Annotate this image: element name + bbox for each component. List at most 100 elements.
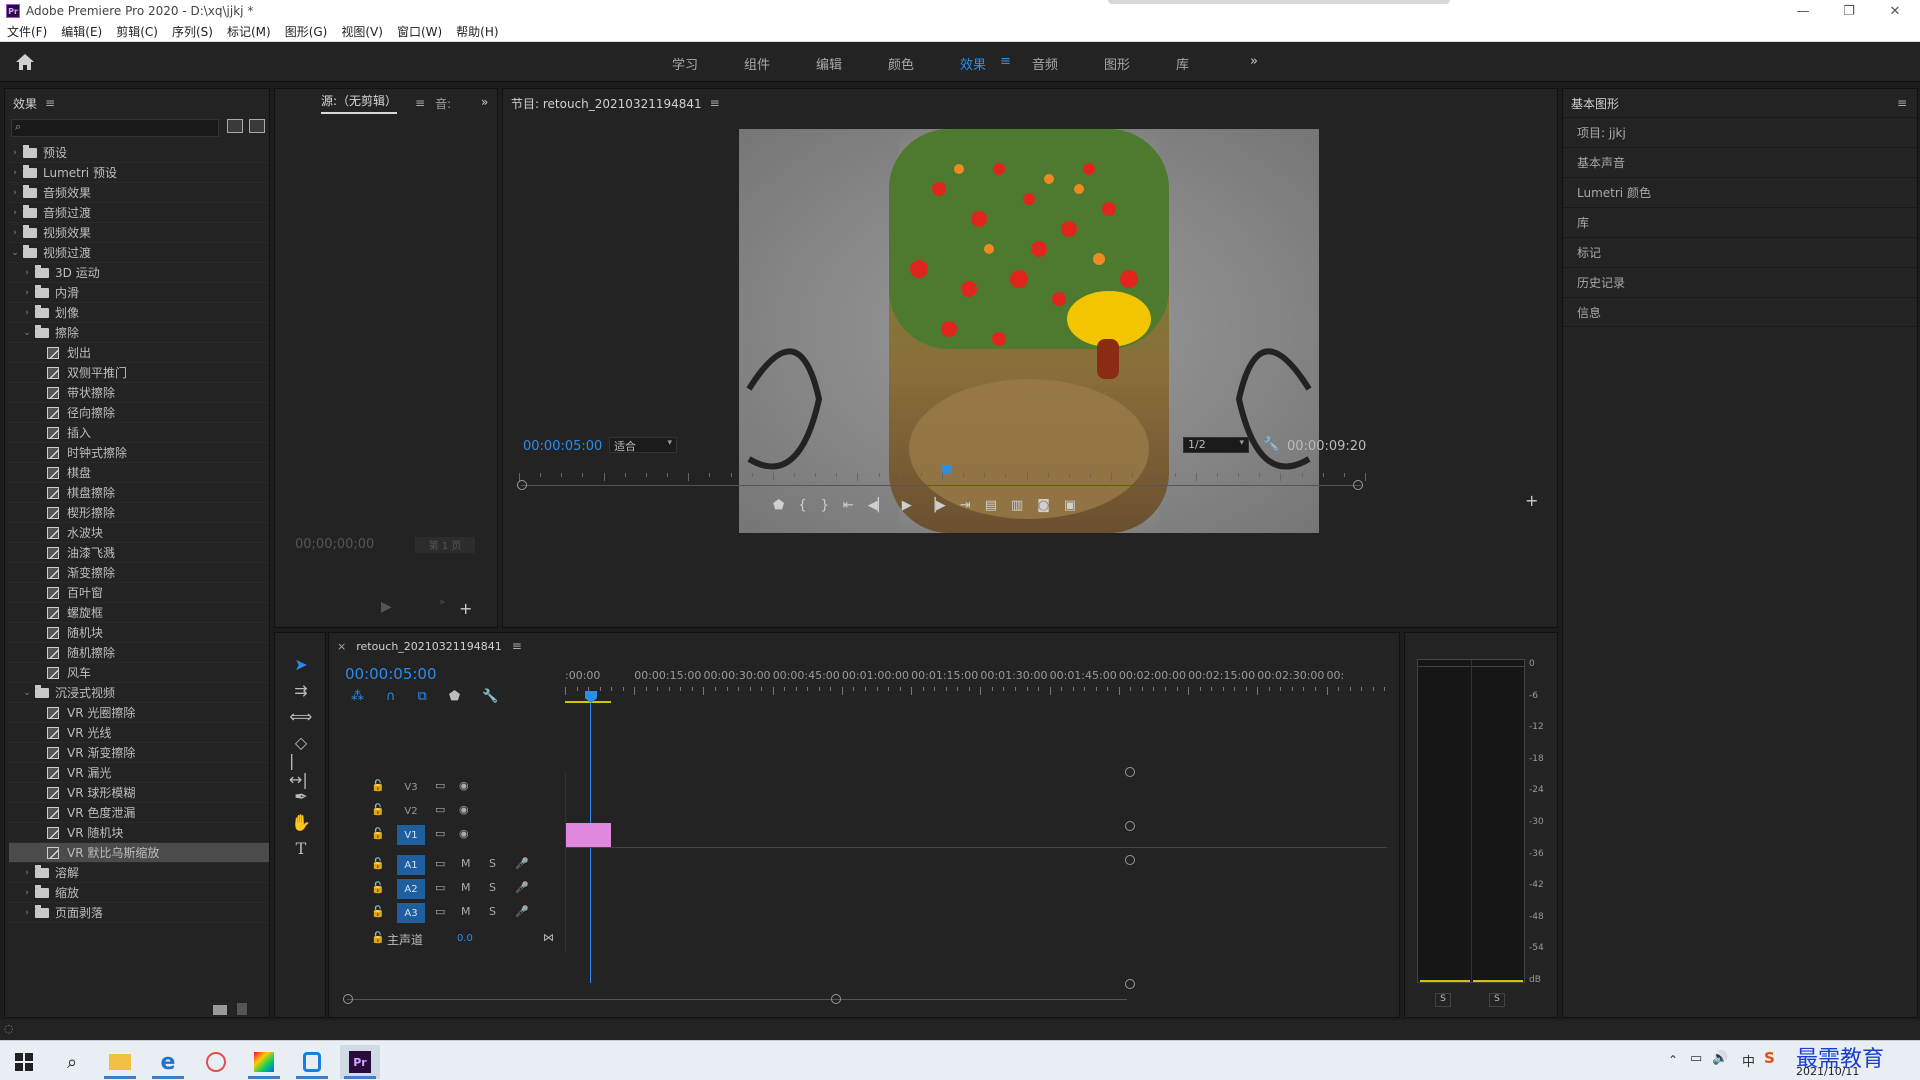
hand-tool-icon[interactable]: ✋ (289, 811, 313, 833)
effects-folder[interactable]: ⌄ 沉浸式视频 (9, 683, 269, 703)
photos-app-icon[interactable] (244, 1045, 284, 1079)
panel-menu-icon[interactable]: ≡ (710, 96, 720, 110)
track-name[interactable]: A3 (397, 903, 425, 923)
effect-item[interactable]: 随机块 (9, 623, 269, 643)
source-page-field[interactable]: 第 1 页 (415, 537, 475, 553)
effect-item[interactable]: 风车 (9, 663, 269, 683)
effect-item[interactable]: VR 球形模糊 (9, 783, 269, 803)
track-name[interactable]: A1 (397, 855, 425, 875)
track-name[interactable]: V1 (397, 825, 425, 845)
sync-lock-icon[interactable]: ▭ (435, 779, 445, 792)
microphone-icon[interactable]: 🎤 (515, 857, 529, 870)
effects-folder[interactable]: › 音频效果 (9, 183, 269, 203)
track-area[interactable] (565, 773, 1387, 953)
close-icon[interactable]: × (337, 640, 346, 653)
lock-icon[interactable]: 🔓 (371, 857, 385, 870)
linked-selection-icon[interactable]: ⧉ (418, 689, 427, 704)
resolution-select[interactable]: 1/2 ▾ (1183, 437, 1249, 453)
lift-icon[interactable]: ▤ (985, 498, 997, 513)
add-button[interactable]: + (1525, 491, 1538, 510)
microphone-icon[interactable]: 🎤 (515, 881, 529, 894)
effect-item[interactable]: VR 随机块 (9, 823, 269, 843)
workspace-effects-menu-icon[interactable]: ≡ (1000, 54, 1011, 69)
track-name[interactable]: V2 (397, 801, 425, 821)
chevron-down-icon[interactable]: ⌄ (21, 328, 33, 338)
effect-item[interactable]: 随机擦除 (9, 643, 269, 663)
add-marker-icon[interactable]: ⬟ (449, 689, 460, 704)
mark-out-icon[interactable]: } (821, 498, 829, 513)
chevron-right-icon[interactable]: › (21, 888, 33, 898)
razor-tool-icon[interactable]: ◇ (289, 731, 313, 753)
menu-window[interactable]: 窗口(W) (390, 23, 449, 40)
start-button[interactable] (4, 1045, 44, 1079)
slip-tool-icon[interactable]: |↔| (289, 751, 313, 789)
effect-item[interactable]: 楔形擦除 (9, 503, 269, 523)
app-icon[interactable] (292, 1045, 332, 1079)
nest-icon[interactable]: ⁂ (351, 689, 364, 704)
effect-item[interactable]: VR 光圈擦除 (9, 703, 269, 723)
solo-button[interactable]: S (489, 857, 496, 870)
workspace-audio[interactable]: 音频 (1032, 54, 1058, 73)
vertical-scroll-handle[interactable] (1125, 855, 1135, 865)
network-icon[interactable]: ▭ (1690, 1051, 1702, 1066)
timeline-ruler[interactable]: :00:00 00:00:15:00 00:00:30:00 00:00:45:00 0… (565, 669, 1386, 699)
vertical-scroll-handle[interactable] (1125, 821, 1135, 831)
effects-folder[interactable]: › 划像 (9, 303, 269, 323)
workspace-effects[interactable]: 效果 (960, 54, 986, 73)
track-name[interactable]: V3 (397, 777, 425, 797)
effects-folder[interactable]: › 音频过渡 (9, 203, 269, 223)
compare-view-icon[interactable]: ▣ (1064, 498, 1076, 513)
tab-source[interactable]: 源:（无剪辑） (321, 92, 398, 114)
add-button[interactable]: + (459, 599, 472, 618)
effect-item[interactable]: 时钟式擦除 (9, 443, 269, 463)
effect-item[interactable]: 百叶窗 (9, 583, 269, 603)
effect-item[interactable]: 棋盘擦除 (9, 483, 269, 503)
chevron-right-icon[interactable]: › (9, 168, 21, 178)
effect-item[interactable]: 螺旋框 (9, 603, 269, 623)
sync-lock-icon[interactable]: ▭ (435, 857, 445, 870)
home-icon[interactable] (14, 52, 36, 72)
effect-item[interactable]: 插入 (9, 423, 269, 443)
minimize-button[interactable]: — (1780, 0, 1826, 22)
menu-help[interactable]: 帮助(H) (449, 23, 505, 40)
scroll-handle-right[interactable] (1353, 480, 1363, 490)
settings-wrench-icon[interactable]: 🔧 (482, 689, 498, 704)
panel-item-project[interactable]: 项目: jjkj (1563, 117, 1917, 147)
go-to-in-icon[interactable]: ⇤ (843, 498, 854, 513)
panel-item-essential-sound[interactable]: 基本声音 (1563, 147, 1917, 177)
close-button[interactable]: ✕ (1872, 0, 1918, 22)
workspace-color[interactable]: 颜色 (888, 54, 914, 73)
lock-icon[interactable]: 🔓 (371, 931, 385, 944)
effect-item[interactable]: 水波块 (9, 523, 269, 543)
chevron-right-icon[interactable]: › (9, 188, 21, 198)
effect-item[interactable]: 油漆飞溅 (9, 543, 269, 563)
vertical-scroll-handle[interactable] (1125, 767, 1135, 777)
tray-up-icon[interactable]: ⌃ (1668, 1053, 1678, 1067)
step-forward-icon[interactable]: ▕▶ (926, 498, 946, 513)
lock-icon[interactable]: 🔓 (371, 827, 385, 840)
track-select-tool-icon[interactable]: ⇉ (289, 679, 313, 701)
solo-right-button[interactable]: S (1489, 993, 1505, 1007)
menu-view[interactable]: 视图(V) (334, 23, 390, 40)
taskbar-date[interactable]: 2021/10/11 (1796, 1065, 1859, 1078)
lock-icon[interactable]: 🔓 (371, 881, 385, 894)
effects-folder[interactable]: › Lumetri 预设 (9, 163, 269, 183)
scroll-handle-left[interactable] (343, 994, 353, 1004)
track-name[interactable]: A2 (397, 879, 425, 899)
work-area-bar[interactable] (565, 701, 611, 703)
solo-button[interactable]: S (489, 905, 496, 918)
chevron-right-icon[interactable]: › (21, 868, 33, 878)
effects-folder[interactable]: › 页面剥落 (9, 903, 269, 923)
delete-icon[interactable] (237, 1003, 247, 1015)
microphone-icon[interactable]: 🎤 (515, 905, 529, 918)
solo-left-button[interactable]: S (1435, 993, 1451, 1007)
chevron-down-icon[interactable]: ⌄ (21, 688, 33, 698)
effect-item[interactable]: 带状擦除 (9, 383, 269, 403)
type-tool-icon[interactable]: T (289, 837, 313, 859)
lock-icon[interactable]: 🔓 (371, 779, 385, 792)
menu-graphics[interactable]: 图形(G) (278, 23, 335, 40)
effects-folder[interactable]: › 预设 (9, 143, 269, 163)
effect-item[interactable]: VR 渐变擦除 (9, 743, 269, 763)
chevron-right-icon[interactable]: › (9, 208, 21, 218)
effect-item[interactable]: VR 默比乌斯缩放 (9, 843, 269, 863)
